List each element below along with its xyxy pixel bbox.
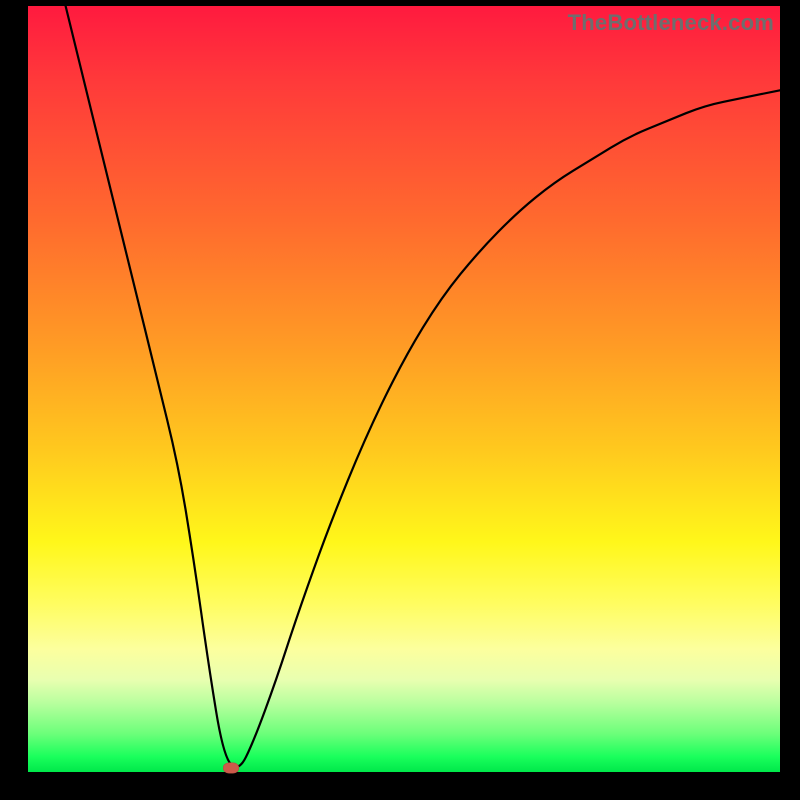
curve-path [66, 6, 780, 767]
plot-area: TheBottleneck.com [28, 6, 780, 772]
chart-frame: TheBottleneck.com [0, 0, 800, 800]
optimal-marker [223, 763, 239, 774]
bottleneck-curve [28, 6, 780, 772]
